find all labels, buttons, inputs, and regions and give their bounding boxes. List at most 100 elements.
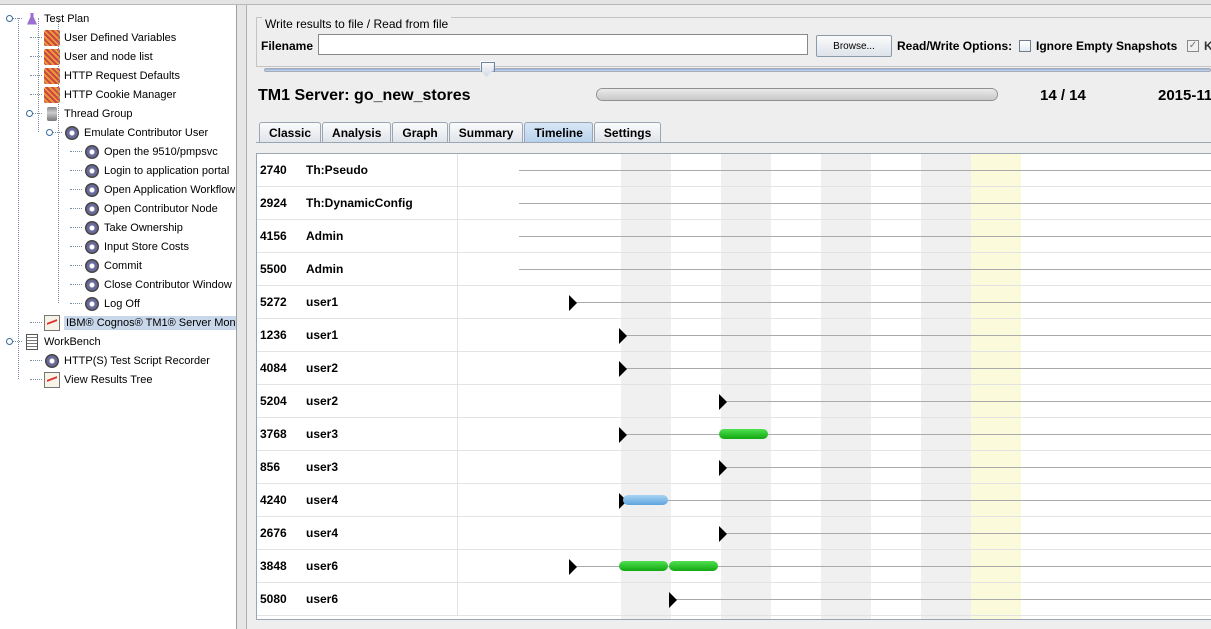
snapshot-date: 2015-11 — [1158, 87, 1211, 104]
tree-expand-handle[interactable] — [46, 129, 53, 136]
tree-expand-handle[interactable] — [6, 338, 13, 345]
timeline-row[interactable]: 2924 Th:DynamicConfig — [257, 187, 1211, 220]
thread-start-marker[interactable] — [569, 559, 577, 575]
thread-start-marker[interactable] — [669, 592, 677, 608]
tab-settings[interactable]: Settings — [593, 122, 662, 142]
timeline-row[interactable]: 3848 user6 — [257, 550, 1211, 583]
tree-expand-handle[interactable] — [26, 110, 33, 117]
tree-node[interactable]: User and node list — [44, 47, 153, 66]
tabs-baseline — [256, 142, 1211, 143]
tree-connector — [70, 189, 82, 190]
filename-label: Filename — [261, 39, 314, 53]
snapshot-slider-track[interactable] — [264, 68, 1211, 72]
timeline-row[interactable]: 5500 Admin — [257, 253, 1211, 286]
thread-info-cell — [257, 550, 458, 582]
gear-icon — [84, 182, 100, 198]
thread-lifeline — [723, 533, 1211, 534]
ignore-empty-snapshots-checkbox[interactable] — [1019, 40, 1031, 52]
tree-node[interactable]: Open the 9510/pmpsvc — [84, 142, 218, 161]
timeline-row[interactable]: 4156 Admin — [257, 220, 1211, 253]
timeline-row[interactable]: 5080 user6 — [257, 583, 1211, 616]
timeline-row[interactable]: 4240 user4 — [257, 484, 1211, 517]
tree-node[interactable]: HTTP Request Defaults — [44, 66, 180, 85]
keep-checkbox[interactable]: ✓ — [1187, 40, 1199, 52]
timeline-row[interactable]: 3768 user3 — [257, 418, 1211, 451]
tree-node[interactable]: Take Ownership — [84, 218, 183, 237]
tree-node[interactable]: Open Application Workflow — [84, 180, 235, 199]
thread-lifeline — [519, 236, 1211, 237]
tree-node[interactable]: Input Store Costs — [84, 237, 189, 256]
gear-icon — [84, 220, 100, 236]
activity-bar-green[interactable] — [719, 429, 768, 439]
activity-bar-blue[interactable] — [623, 495, 668, 505]
tree-connector — [30, 75, 42, 76]
tree-node[interactable]: HTTP Cookie Manager — [44, 85, 176, 104]
timeline-row[interactable]: 5272 user1 — [257, 286, 1211, 319]
filename-input[interactable] — [318, 34, 808, 55]
thread-start-marker[interactable] — [619, 361, 627, 377]
thread-id: 2740 — [260, 163, 287, 177]
tree-node[interactable]: WorkBench — [24, 332, 101, 351]
chart-icon — [44, 371, 60, 388]
thread-start-marker[interactable] — [619, 328, 627, 344]
thread-start-marker[interactable] — [719, 394, 727, 410]
tree-connector — [70, 246, 82, 247]
tab-classic[interactable]: Classic — [259, 122, 322, 142]
tree-guide-line — [38, 18, 39, 132]
timeline-row[interactable]: 2676 user4 — [257, 517, 1211, 550]
snapshot-slider-thumb[interactable] — [480, 61, 495, 77]
ignore-empty-snapshots-label[interactable]: Ignore Empty Snapshots — [1036, 39, 1177, 53]
timeline-row[interactable]: 856 user3 — [257, 451, 1211, 484]
tab-graph[interactable]: Graph — [392, 122, 448, 142]
browse-button[interactable]: Browse... — [816, 35, 892, 57]
thread-lifeline — [673, 599, 1211, 600]
activity-bar-green[interactable] — [619, 561, 668, 571]
thread-id: 2924 — [260, 196, 287, 210]
tree-node[interactable]: User Defined Variables — [44, 28, 176, 47]
tree-expand-handle[interactable] — [6, 15, 13, 22]
thread-start-marker[interactable] — [719, 460, 727, 476]
timeline-view[interactable]: 2740 Th:Pseudo 2924 Th:DynamicConfig 4156 Adm… — [256, 153, 1211, 620]
timeline-row[interactable]: 2740 Th:Pseudo — [257, 154, 1211, 187]
timeline-row[interactable]: 5204 user2 — [257, 385, 1211, 418]
snapshot-progress-bar — [596, 88, 998, 101]
tree-node[interactable]: IBM® Cognos® TM1® Server Monit — [44, 313, 236, 332]
tree-node-label: HTTP Request Defaults — [64, 69, 180, 82]
tree-node[interactable]: View Results Tree — [44, 370, 152, 389]
tree-node-label: Log Off — [104, 297, 140, 310]
timeline-row[interactable]: 4084 user2 — [257, 352, 1211, 385]
split-pane-divider[interactable] — [237, 5, 247, 629]
tree-node[interactable]: Open Contributor Node — [84, 199, 218, 218]
tree-node[interactable]: Commit — [84, 256, 142, 275]
tree-node-label: Login to application portal — [104, 164, 230, 177]
tree-node-label: Commit — [104, 259, 142, 272]
activity-bar-green[interactable] — [669, 561, 718, 571]
tree-connector — [30, 322, 42, 323]
tree-node[interactable]: Close Contributor Window — [84, 275, 232, 294]
tree-node[interactable]: HTTP(S) Test Script Recorder — [44, 351, 210, 370]
keep-label[interactable]: K — [1204, 39, 1211, 53]
tab-summary[interactable]: Summary — [448, 122, 524, 142]
thread-lifeline — [519, 203, 1211, 204]
tree-node-label: User Defined Variables — [64, 31, 177, 44]
thread-lifeline — [623, 500, 1211, 501]
tree-node[interactable]: Login to application portal — [84, 161, 229, 180]
timeline-row[interactable]: 1236 user1 — [257, 319, 1211, 352]
thread-start-marker[interactable] — [719, 526, 727, 542]
tree-node-label: Open the 9510/pmpsvc — [104, 145, 218, 158]
tree-node-label: Close Contributor Window — [104, 278, 232, 291]
thread-user: user6 — [306, 592, 339, 606]
tree-node[interactable]: Log Off — [84, 294, 140, 313]
tree-node-label: HTTP(S) Test Script Recorder — [64, 354, 210, 367]
thread-start-marker[interactable] — [619, 427, 627, 443]
thread-info-cell — [257, 385, 458, 417]
thread-start-marker[interactable] — [569, 295, 577, 311]
thread-info-cell — [257, 352, 458, 384]
tree-node[interactable]: Emulate Contributor User — [64, 123, 208, 142]
gear-icon — [84, 296, 100, 312]
tab-analysis[interactable]: Analysis — [322, 122, 392, 142]
test-plan-tree[interactable]: Test Plan User Defined Variables User and … — [0, 5, 237, 629]
tab-timeline[interactable]: Timeline — [524, 122, 593, 142]
tree-node[interactable]: Test Plan — [24, 9, 89, 28]
tree-guide-line — [58, 18, 59, 303]
